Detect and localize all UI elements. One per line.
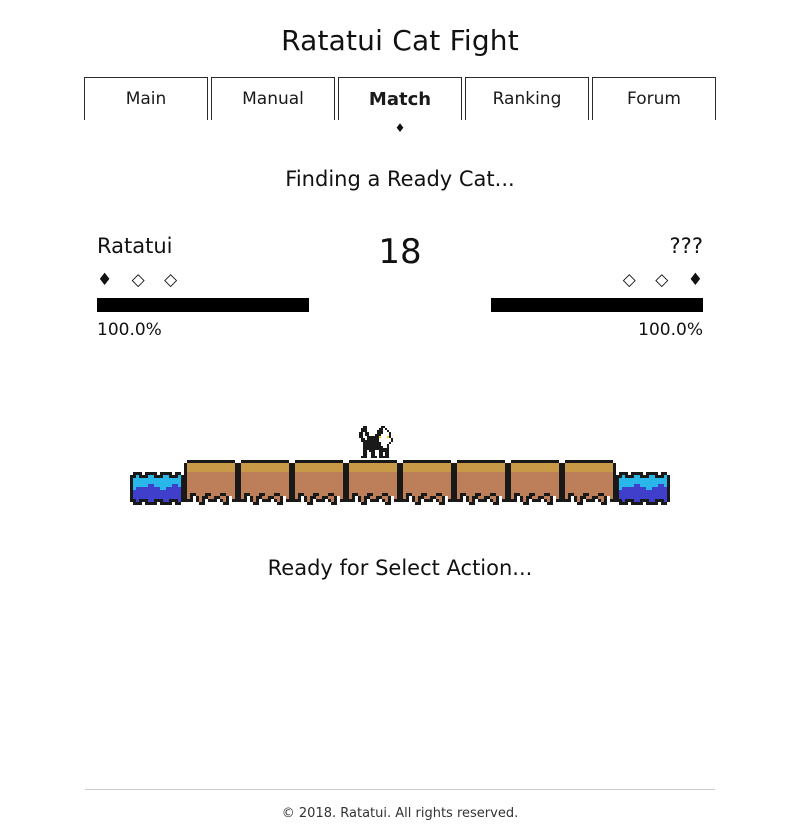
game-board-wrap <box>0 398 800 508</box>
dirt-tile-icon <box>238 460 292 505</box>
app-root: Ratatui Cat Fight Main Manual Match Rank… <box>0 0 800 835</box>
player-right: ??? ◇ ◇ ♦ 100.0% <box>490 233 703 340</box>
dirt-tile-icon <box>184 460 238 505</box>
match-status-bottom: Ready for Select Action... <box>267 556 533 580</box>
dirt-tile-icon <box>508 460 562 505</box>
board-cell-dirt[interactable] <box>400 398 454 508</box>
footer-divider <box>85 789 715 790</box>
dirt-tile-icon <box>346 460 400 505</box>
tab-label: Ranking <box>492 89 562 109</box>
board-cell-dirt[interactable] <box>346 398 400 508</box>
footer-copyright: © 2018. Ratatui. All rights reserved. <box>281 806 519 821</box>
tab-ranking[interactable]: Ranking <box>465 77 589 120</box>
cat-sprite-icon <box>359 426 393 458</box>
active-tab-diamond-icon: ♦ <box>394 121 406 135</box>
turn-counter: 18 <box>378 232 422 272</box>
board-cell-dirt[interactable] <box>454 398 508 508</box>
player-right-hpbar-fill <box>490 298 703 312</box>
player-left-hpbar <box>97 298 309 312</box>
tab-match[interactable]: Match <box>338 77 462 120</box>
game-board <box>130 398 670 508</box>
dirt-tile-icon <box>292 460 346 505</box>
tab-label: Forum <box>627 89 681 109</box>
tab-label: Match <box>368 88 432 110</box>
tab-label: Manual <box>242 89 304 109</box>
board-cell-dirt[interactable] <box>292 398 346 508</box>
player-right-hpbar <box>490 298 703 312</box>
player-right-pips: ◇ ◇ ♦ <box>622 270 710 290</box>
page-title: Ratatui Cat Fight <box>281 24 519 57</box>
dirt-tile-icon <box>562 460 616 505</box>
board-cell-water[interactable] <box>130 398 184 508</box>
board-cell-dirt[interactable] <box>562 398 616 508</box>
player-left-hpbar-fill <box>97 298 309 312</box>
footer: © 2018. Ratatui. All rights reserved. <box>0 789 800 835</box>
scoreboard: Ratatui ♦ ◇ ◇ 100.0% 18 ??? ◇ ◇ ♦ 100.0% <box>0 233 800 340</box>
tab-manual[interactable]: Manual <box>211 77 335 120</box>
tab-label: Main <box>125 89 167 109</box>
match-status-top: Finding a Ready Cat... <box>285 167 515 191</box>
board-cell-dirt[interactable] <box>238 398 292 508</box>
dirt-tile-icon <box>400 460 454 505</box>
cat-sprite-layer <box>346 424 400 460</box>
player-left-name: Ratatui <box>97 234 173 258</box>
tab-forum[interactable]: Forum <box>592 77 716 120</box>
board-cell-dirt[interactable] <box>508 398 562 508</box>
board-cell-dirt[interactable] <box>184 398 238 508</box>
player-left-pips: ♦ ◇ ◇ <box>97 270 185 290</box>
player-right-name: ??? <box>669 234 703 258</box>
player-left-hp-label: 100.0% <box>97 320 162 340</box>
dirt-tile-icon <box>454 460 508 505</box>
board-cell-water[interactable] <box>616 398 670 508</box>
tab-main[interactable]: Main <box>84 77 208 120</box>
water-tile-icon <box>616 472 670 505</box>
main-tabbar: Main Manual Match Ranking Forum <box>0 77 800 120</box>
active-tab-marker-row: ♦ <box>0 121 800 139</box>
water-tile-icon <box>130 472 184 505</box>
player-right-hp-label: 100.0% <box>638 320 703 340</box>
player-left: Ratatui ♦ ◇ ◇ 100.0% <box>97 233 309 340</box>
